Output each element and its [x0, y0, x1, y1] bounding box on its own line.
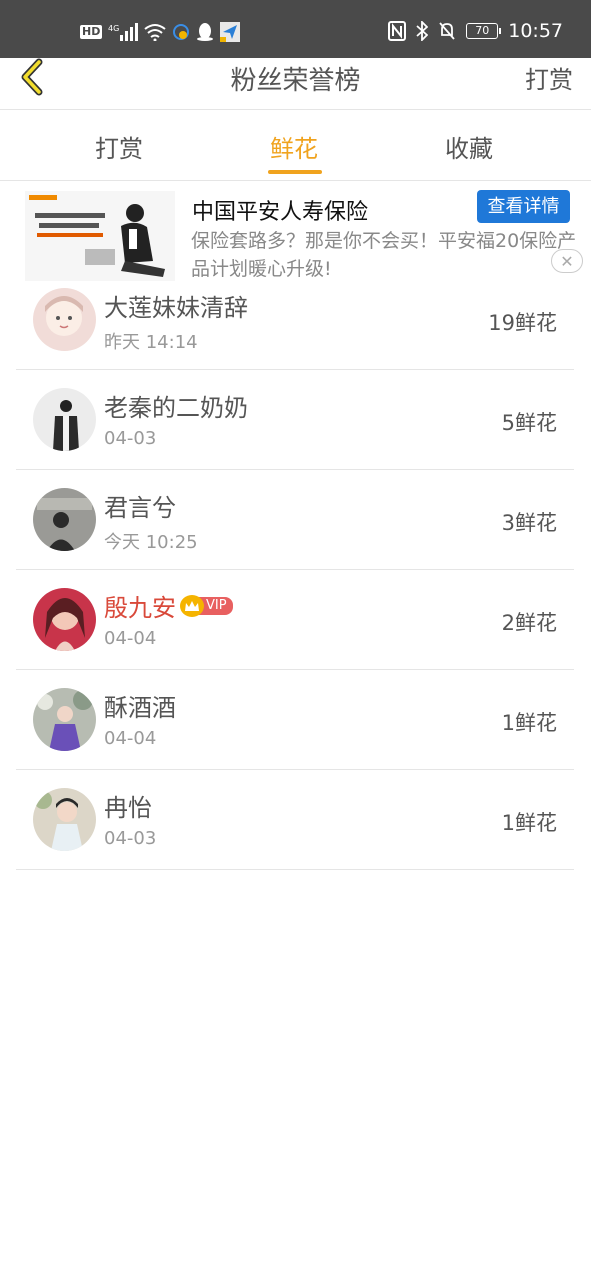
- tab-favorites[interactable]: 收藏: [445, 129, 493, 164]
- status-icons-left: HD 4G: [80, 22, 241, 42]
- app-notification-icon: [172, 22, 190, 42]
- avatar: [33, 788, 96, 851]
- fan-date: 04-04: [104, 728, 157, 749]
- bluetooth-icon: [416, 21, 429, 41]
- qq-icon: [196, 22, 214, 42]
- flower-count: 1鲜花: [501, 811, 557, 835]
- fan-name-text: 殷九安: [104, 594, 176, 622]
- hd-icon: HD: [80, 25, 103, 39]
- list-item[interactable]: 老秦的二奶奶 04-03 5鲜花: [16, 370, 574, 470]
- tab-bar: 打赏 鲜花 收藏: [0, 111, 591, 181]
- avatar: [33, 488, 96, 551]
- fan-name: 酥酒酒: [104, 694, 176, 722]
- fan-name: 大莲妹妹清辞: [104, 294, 248, 322]
- fan-date: 昨天 14:14: [104, 332, 198, 353]
- ad-details-button[interactable]: 查看详情: [477, 190, 570, 223]
- tab-tip[interactable]: 打赏: [95, 129, 143, 164]
- avatar: [33, 588, 96, 651]
- flower-count: 2鲜花: [501, 611, 557, 635]
- flower-count: 5鲜花: [501, 411, 557, 435]
- svg-text:4G: 4G: [108, 24, 119, 33]
- fan-date: 04-03: [104, 828, 157, 849]
- status-bar: HD 4G 70 10:57: [0, 0, 591, 58]
- wifi-icon: [144, 23, 166, 41]
- mute-bell-icon: [438, 21, 456, 41]
- vip-badge: VIP: [180, 594, 233, 617]
- nfc-icon: [388, 21, 407, 41]
- avatar: [33, 288, 96, 351]
- ad-banner[interactable]: 中国平安人寿保险 保险套路多？那是你不会买！平安福20保险产品计划暖心升级! 查…: [0, 183, 591, 283]
- list-item[interactable]: 冉怡 04-03 1鲜花: [16, 770, 574, 870]
- flower-count: 1鲜花: [501, 711, 557, 735]
- signal-icon: 4G: [108, 23, 139, 41]
- tab-flowers[interactable]: 鲜花: [270, 129, 318, 164]
- ad-image: [25, 191, 175, 281]
- flower-count: 19鲜花: [488, 311, 557, 335]
- list-item[interactable]: 大莲妹妹清辞 昨天 14:14 19鲜花: [16, 270, 574, 370]
- ad-title: 中国平安人寿保险: [192, 200, 369, 225]
- page-title: 粉丝荣誉榜: [230, 66, 361, 96]
- fan-name: 殷九安 VIP: [104, 588, 233, 623]
- nav-bar: 粉丝荣誉榜 打赏: [0, 58, 591, 110]
- crown-icon: [180, 594, 204, 617]
- clock: 10:57: [508, 20, 563, 42]
- fan-date: 04-04: [104, 628, 157, 649]
- fan-name: 君言兮: [104, 494, 176, 522]
- active-tab-indicator: [268, 170, 322, 174]
- avatar: [33, 688, 96, 751]
- tip-button[interactable]: 打赏: [525, 60, 573, 95]
- fan-date: 04-03: [104, 428, 157, 449]
- list-item[interactable]: 殷九安 VIP 04-04 2鲜花: [16, 570, 574, 670]
- battery-icon: 70: [466, 23, 502, 39]
- flower-count: 3鲜花: [501, 511, 557, 535]
- status-icons-right: 70 10:57: [388, 20, 563, 42]
- avatar: [33, 388, 96, 451]
- send-app-icon: [220, 22, 241, 42]
- list-item[interactable]: 君言兮 今天 10:25 3鲜花: [16, 470, 574, 570]
- fan-name: 老秦的二奶奶: [104, 394, 248, 422]
- fan-date: 今天 10:25: [104, 532, 198, 553]
- fan-name: 冉怡: [104, 794, 152, 822]
- list-item[interactable]: 酥酒酒 04-04 1鲜花: [16, 670, 574, 770]
